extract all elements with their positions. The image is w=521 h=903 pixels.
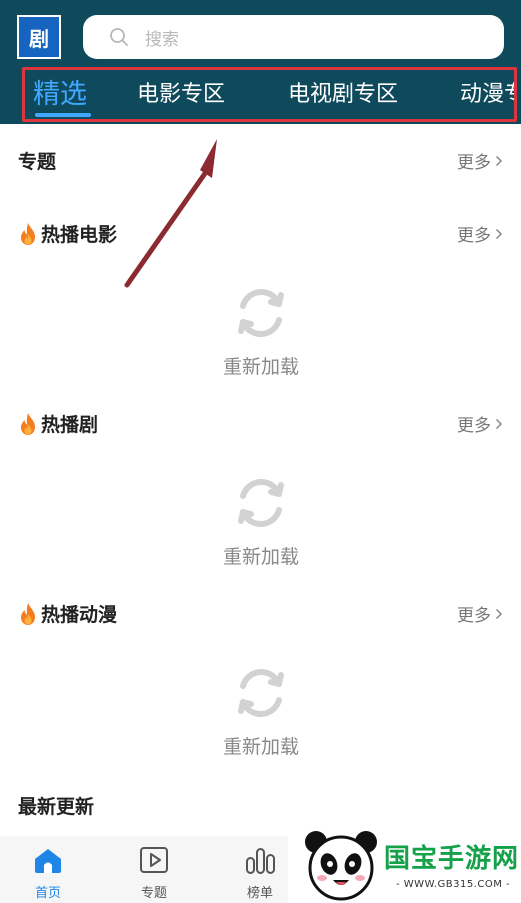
- nav-label: 榜单: [246, 886, 273, 901]
- search-placeholder: 搜索: [145, 30, 179, 50]
- chevron-right-icon: [495, 608, 503, 619]
- nav-home[interactable]: 首页: [18, 846, 78, 901]
- nav-label: 首页: [34, 886, 61, 901]
- reload-button-hot-anime[interactable]: 重新加载: [200, 662, 322, 759]
- section-title-label: 专题: [18, 151, 57, 173]
- tab-anime[interactable]: 动漫专区: [460, 76, 514, 108]
- watermark: 国宝手游网 - WWW.GB315.COM -: [288, 822, 521, 903]
- section-title-topics: 专题: [18, 147, 56, 174]
- app-header: 剧 搜索 精选 电影专区 电视剧专区 动漫专区: [0, 0, 521, 124]
- section-title-label: 热播动漫: [41, 604, 118, 626]
- app-logo-icon: 剧: [29, 26, 49, 51]
- more-label: 更多: [457, 416, 491, 436]
- fire-icon: [21, 222, 35, 245]
- tab-movies[interactable]: 电影专区: [137, 76, 225, 108]
- panda-logo-icon: [305, 831, 377, 901]
- section-title-label: 热播剧: [41, 414, 99, 436]
- nav-label: 专题: [140, 886, 167, 901]
- category-tabs: 精选 电影专区 电视剧专区 动漫专区: [22, 67, 517, 122]
- section-title-label: 最新更新: [18, 796, 95, 818]
- tab-tv-series[interactable]: 电视剧专区: [288, 76, 398, 108]
- section-title-label: 热播电影: [41, 224, 118, 246]
- bar-chart-icon: [246, 848, 275, 874]
- reload-label: 重新加载: [222, 356, 299, 378]
- watermark-title: 国宝手游网: [384, 844, 520, 874]
- play-icon: [140, 847, 168, 873]
- fire-icon: [21, 602, 35, 625]
- more-label: 更多: [457, 226, 491, 246]
- more-label: 更多: [457, 606, 491, 626]
- section-title-hot-movies: 热播电影: [18, 220, 117, 247]
- chevron-right-icon: [495, 418, 503, 429]
- more-link-hot-series[interactable]: 更多: [457, 411, 503, 436]
- tab-featured[interactable]: 精选: [33, 72, 87, 111]
- reload-button-hot-movies[interactable]: 重新加载: [200, 282, 322, 379]
- more-link-hot-movies[interactable]: 更多: [457, 221, 503, 246]
- section-title-latest: 最新更新: [18, 792, 94, 819]
- reload-button-hot-series[interactable]: 重新加载: [200, 472, 322, 569]
- annotation-arrow: [124, 139, 217, 288]
- home-icon: [35, 849, 61, 873]
- refresh-icon: [238, 289, 284, 337]
- more-link-topics[interactable]: 更多: [457, 148, 503, 173]
- nav-rankings[interactable]: 榜单: [230, 846, 290, 901]
- search-bar[interactable]: 搜索: [83, 15, 504, 59]
- refresh-icon: [238, 669, 284, 717]
- refresh-icon: [238, 479, 284, 527]
- fire-icon: [21, 412, 35, 435]
- chevron-right-icon: [495, 155, 503, 166]
- more-link-hot-anime[interactable]: 更多: [457, 601, 503, 626]
- app-logo[interactable]: 剧: [17, 15, 61, 59]
- search-icon: [110, 28, 128, 46]
- reload-label: 重新加载: [222, 736, 299, 758]
- watermark-url: - WWW.GB315.COM -: [396, 879, 511, 890]
- reload-label: 重新加载: [222, 546, 299, 568]
- section-title-hot-anime: 热播动漫: [18, 600, 117, 627]
- nav-topics[interactable]: 专题: [124, 846, 184, 901]
- active-tab-indicator: [35, 113, 91, 117]
- section-title-hot-series: 热播剧: [18, 410, 98, 437]
- chevron-right-icon: [495, 228, 503, 239]
- more-label: 更多: [457, 153, 491, 173]
